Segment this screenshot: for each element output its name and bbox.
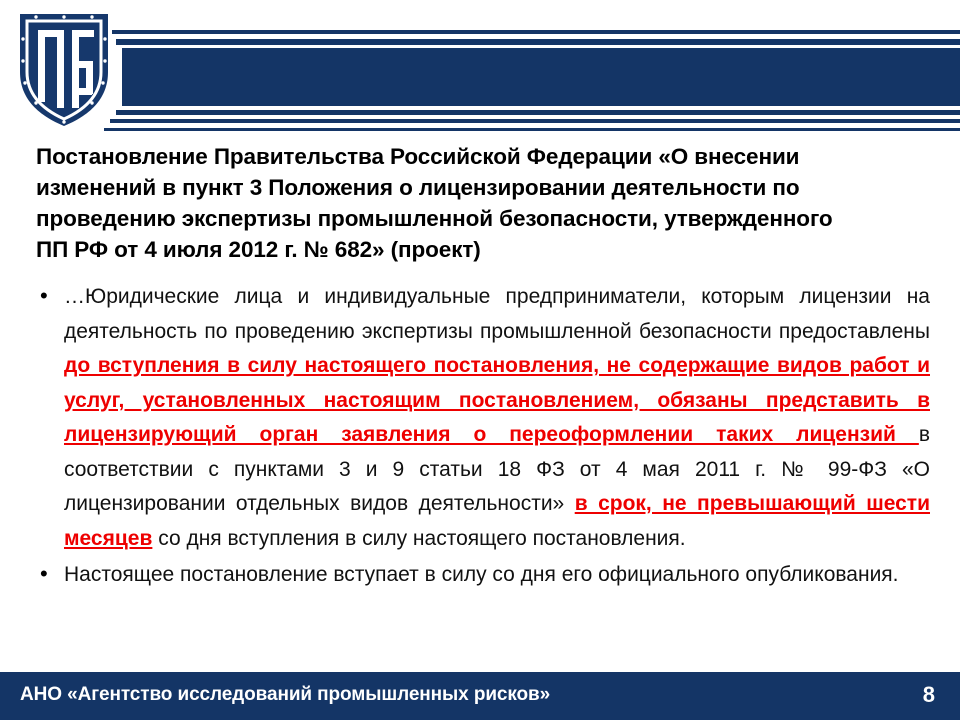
bullet1-text-part-3: со дня вступления в силу настоящего пост…: [152, 526, 686, 550]
bullet2-text: Настоящее постановление вступает в силу …: [64, 563, 899, 586]
header-stripe-top-2: [116, 39, 960, 45]
slide-title-line-1: Постановление Правительства Российской Ф…: [36, 144, 800, 169]
header-stripe-top-1: [110, 30, 960, 34]
slide-title-line-4: ПП РФ от 4 июля 2012 г. № 682» (проект): [36, 237, 481, 262]
slide-header: [0, 0, 960, 140]
slide-footer: АНО «Агентство исследований промышленных…: [0, 672, 960, 720]
slide-title-line-3: проведению экспертизы промышленной безоп…: [36, 206, 833, 231]
bullet1-highlight-1: до вступления в силу настоящего постанов…: [64, 354, 930, 446]
slide-title-line-2: изменений в пункт 3 Положения о лицензир…: [36, 175, 800, 200]
list-item: …Юридические лица и индивидуальные предп…: [32, 279, 930, 556]
header-banner-bar: [122, 48, 960, 106]
slide-title: Постановление Правительства Российской Ф…: [36, 141, 926, 265]
header-stripe-bottom-3: [104, 128, 960, 131]
shield-logo-icon: [6, 4, 122, 134]
bullet1-text-part-1: …Юридические лица и индивидуальные предп…: [64, 285, 930, 343]
header-stripe-bottom-2: [110, 119, 960, 123]
slide-bullet-list: …Юридические лица и индивидуальные предп…: [32, 279, 930, 595]
footer-organization-name: АНО «Агентство исследований промышленных…: [20, 684, 551, 705]
list-item: Настоящее постановление вступает в силу …: [32, 557, 930, 593]
header-stripe-bottom-1: [116, 110, 960, 115]
footer-page-number: 8: [922, 682, 935, 707]
